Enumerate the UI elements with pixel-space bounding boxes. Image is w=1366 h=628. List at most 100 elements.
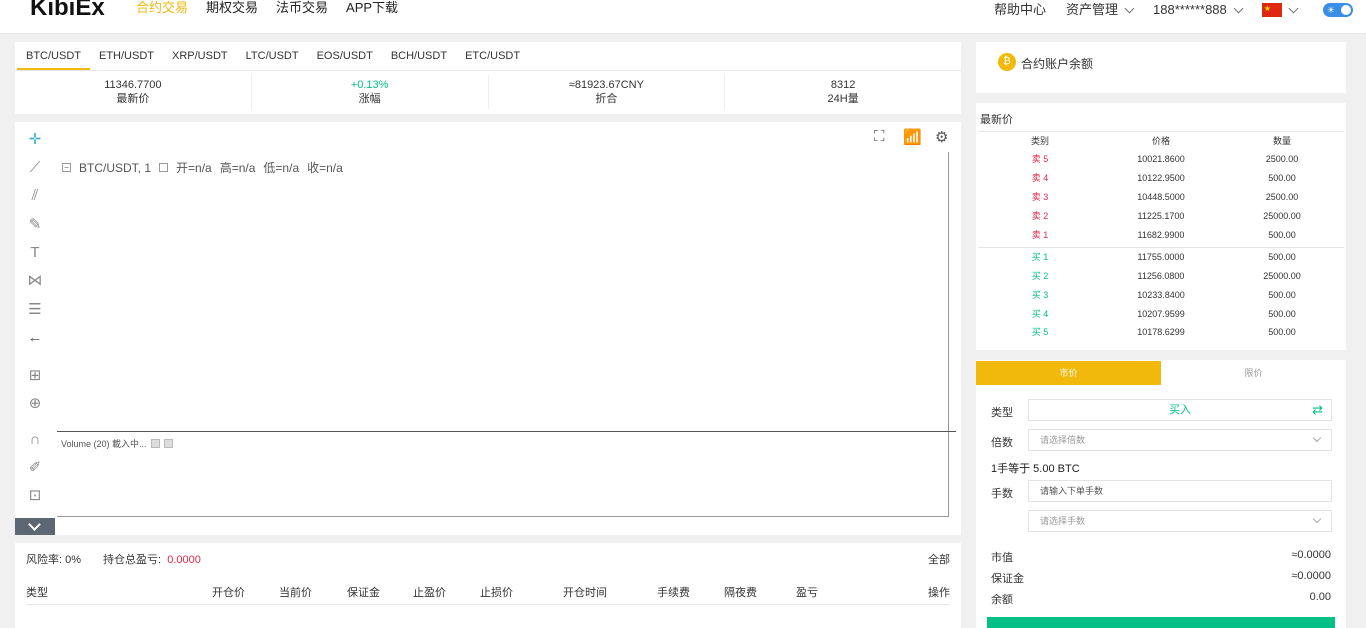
bid-row[interactable]: 买 5 10178.6299 500.00 [976,324,1346,340]
chart-legend: − BTC/USDT, 1 开=n/a 高=n/a 低=n/a 收=n/a [62,159,343,176]
theme-toggle[interactable]: ☀ [1322,3,1353,17]
chevron-down-icon [1233,3,1244,13]
margin-label: 保证金 [991,573,1024,585]
tab-market-order[interactable]: 市价 [976,361,1161,385]
col-stop-loss: 止损价 [480,587,513,599]
tab-btc-usdt[interactable]: BTC/USDT [17,42,90,70]
magnet-icon[interactable]: ∩ [25,430,45,450]
market-value-label: 市值 [991,552,1013,564]
bid-side: 买 5 [1031,327,1049,337]
trend-line-icon[interactable]: ⟋ [25,158,45,178]
fib-icon[interactable]: ☰ [25,300,45,320]
risk-rate: 风险率: 0% [26,551,81,567]
lock-drawing-icon[interactable]: ✐ [25,458,45,478]
ask-row[interactable]: 卖 5 10021.8600 2500.00 [976,151,1346,167]
bid-qty: 500.00 [1268,290,1296,300]
divider [978,247,1344,248]
ask-price: 11682.9900 [1137,230,1185,240]
ask-price: 10122.9500 [1137,173,1185,183]
logo[interactable]: KibiEx [24,0,112,22]
ask-row[interactable]: 卖 4 10122.9500 500.00 [976,170,1346,186]
crosshair-icon[interactable]: ✛ [25,130,45,150]
order-book: 最新价 类别 价格 数量 卖 5 10021.8600 2500.00 卖 4 101… [976,103,1346,350]
volume-settings-icon[interactable] [150,439,160,448]
asset-management-label: 资产管理 [1066,2,1119,17]
gear-icon[interactable]: ⚙ [935,128,948,146]
text-tool-icon[interactable]: T [25,243,45,263]
volume-label: Volume (20) 載入中... [61,439,147,449]
buy-button[interactable] [987,617,1335,628]
chevron-down-icon [1124,3,1135,13]
tab-etc-usdt[interactable]: ETC/USDT [456,42,529,70]
bid-side: 买 4 [1031,309,1049,319]
ask-side: 卖 2 [1031,211,1049,221]
brush-icon[interactable]: ✎ [25,215,45,235]
plot-area[interactable] [57,152,949,517]
all-positions-button[interactable]: 全部 [928,551,950,567]
tab-xrp-usdt[interactable]: XRP/USDT [163,42,237,70]
lots-input[interactable]: 请输入下单手数 [1028,480,1332,502]
nav-app-download[interactable]: APP下载 [346,0,398,20]
col-action: 操作 [928,587,950,599]
bid-row[interactable]: 买 4 10207.9599 500.00 [976,306,1346,322]
back-arrow-icon[interactable]: ← [25,328,45,348]
settings-square-icon[interactable] [159,163,169,172]
indicators-icon[interactable]: 📶 [903,128,922,146]
measure-icon[interactable]: ⊞ [25,366,45,386]
ticker-stats: 11346.7700 最新价 +0.13% 涨幅 ≈81923.67CNY 折合 83… [15,71,961,113]
volume-divider[interactable] [57,431,956,432]
ask-row[interactable]: 卖 2 11225.1700 25000.00 [976,208,1346,224]
nav-contract-trading[interactable]: 合约交易 [136,0,188,20]
tab-ltc-usdt[interactable]: LTC/USDT [237,42,308,70]
pattern-icon[interactable]: ⋈ [25,271,45,291]
account-menu[interactable]: 188******888 [1153,2,1244,18]
nav-fiat-trading[interactable]: 法币交易 [276,0,328,20]
main-nav: 合约交易 期权交易 法币交易 APP下载 [136,0,398,20]
stat-value: +0.13% [350,79,389,91]
contract-balance-card: ₿ 合约账户余额 [976,42,1346,93]
direction-value: 买入 [1169,404,1191,416]
bid-price: 11755.0000 [1137,252,1185,262]
ask-side: 卖 4 [1031,173,1049,183]
tab-limit-order[interactable]: 限价 [1161,361,1346,385]
stat-label: 24H量 [827,93,859,105]
multiple-placeholder: 请选择倍数 [1040,435,1086,445]
bid-row[interactable]: 买 2 11256.0800 25000.00 [976,268,1346,284]
ask-qty: 25000.00 [1263,211,1301,221]
parallel-lines-icon[interactable]: ⫽ [25,186,45,206]
lots-select[interactable]: 请选择手数 [1028,510,1332,532]
legend-low: 低=n/a [263,161,300,175]
chevron-down-icon [1312,514,1322,524]
nav-options-trading[interactable]: 期权交易 [206,0,258,20]
chevron-down-icon [1288,3,1299,13]
ask-row[interactable]: 卖 3 10448.5000 2500.00 [976,189,1346,205]
stat-cny: ≈81923.67CNY 折合 [489,75,726,109]
stat-value: 11346.7700 [104,79,162,91]
stat-24h-volume: 8312 24H量 [725,75,961,109]
collapse-toolbar-button[interactable] [15,518,55,535]
ask-row[interactable]: 卖 1 11682.9900 500.00 [976,227,1346,243]
multiple-select[interactable]: 请选择倍数 [1028,429,1332,451]
fullscreen-icon[interactable]: ⛶ [874,128,885,145]
tab-eth-usdt[interactable]: ETH/USDT [90,42,163,70]
language-menu[interactable] [1261,1,1299,17]
price-chart[interactable]: ✛ ⟋ ⫽ ✎ T ⋈ ☰ ← ⊞ ⊕ ∩ ✐ ⊡ ⛶ 📶 ⚙ − BTC/US… [15,122,961,535]
coin-icon: ₿ [998,53,1016,71]
collapse-legend-icon[interactable]: − [62,163,71,172]
bid-row[interactable]: 买 3 10233.8400 500.00 [976,287,1346,303]
volume-close-icon[interactable] [163,439,173,448]
bid-row[interactable]: 买 1 11755.0000 500.00 [976,249,1346,265]
direction-select[interactable]: 买入 ⇄ [1028,399,1332,421]
zoom-in-icon[interactable]: ⊕ [25,394,45,414]
swap-icon[interactable]: ⇄ [1312,400,1323,420]
total-pnl: 持仓总盈亏: 0.0000 [103,551,201,567]
asset-management-menu[interactable]: 资产管理 [1066,2,1135,18]
help-center-link[interactable]: 帮助中心 [994,2,1046,18]
order-type-tabs: 市价 限价 [976,361,1346,385]
risk-value: 0% [65,554,82,566]
balance-row: 余额 0.00 [991,591,1331,607]
tab-eos-usdt[interactable]: EOS/USDT [308,42,382,70]
lots-placeholder: 请输入下单手数 [1040,486,1104,496]
unlock-icon[interactable]: ⊡ [25,486,45,506]
tab-bch-usdt[interactable]: BCH/USDT [382,42,456,70]
